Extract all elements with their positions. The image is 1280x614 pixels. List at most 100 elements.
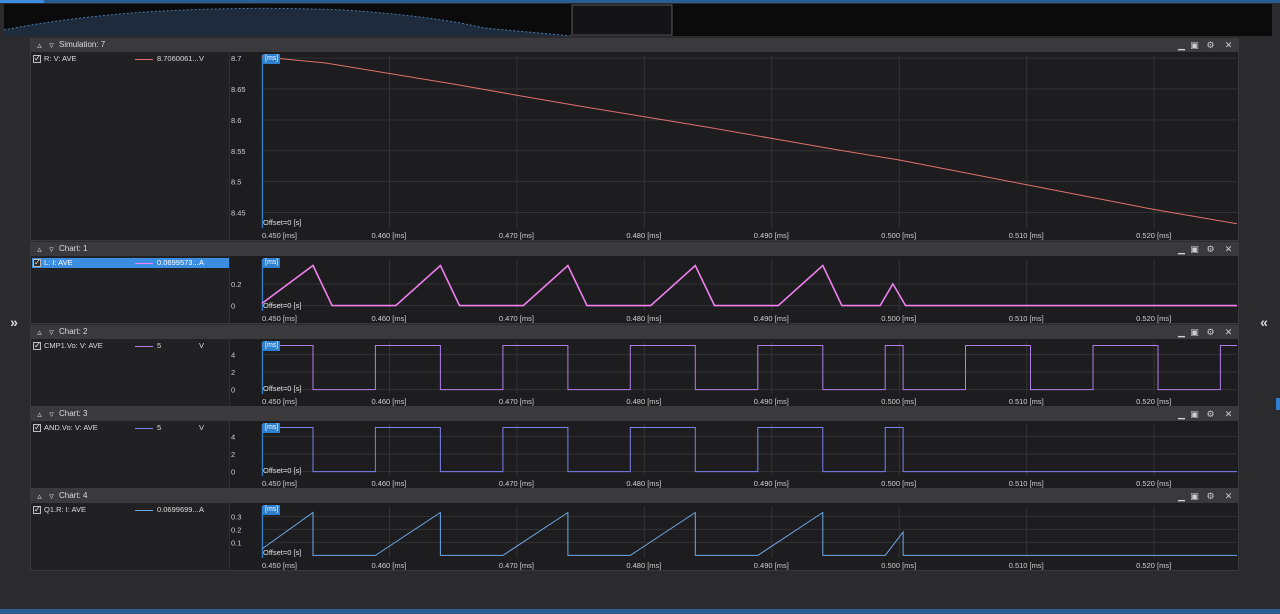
x-tick-label: 0.520 [ms] [1136, 479, 1171, 488]
settings-icon[interactable]: ⚙ [1204, 243, 1217, 256]
overview-strip[interactable] [3, 4, 1272, 37]
settings-icon[interactable]: ⚙ [1204, 490, 1217, 503]
series-name: Q1.R: I: AVE [44, 505, 86, 514]
legend-row[interactable]: Q1.R: I: AVE 0.0699699...A [32, 505, 229, 515]
cursor-time-tag[interactable]: [ms] [263, 54, 281, 64]
y-tick-label: 8.6 [231, 116, 241, 125]
series-visibility-checkbox[interactable] [33, 423, 41, 433]
pane-title: Chart: 1 [59, 244, 88, 253]
x-tick-label: 0.510 [ms] [1009, 314, 1044, 323]
close-icon[interactable]: ✕ [1222, 39, 1235, 52]
x-tick-label: 0.520 [ms] [1136, 397, 1171, 406]
collapse-down-icon[interactable]: ▿ [45, 408, 58, 421]
plot-area[interactable]: 0.450 [ms] 0.460 [ms] 0.470 [ms] 0.480 [ms]… [230, 503, 1238, 570]
y-tick-label: 8.7 [231, 54, 241, 63]
x-tick-label: 0.460 [ms] [371, 397, 406, 406]
minimize-icon[interactable]: ▁ [1175, 408, 1188, 421]
x-tick-label: 0.450 [ms] [262, 479, 297, 488]
maximize-icon[interactable]: ▣ [1188, 39, 1201, 52]
plot-area[interactable]: 0.450 [ms] 0.460 [ms] 0.470 [ms] 0.480 [ms]… [230, 52, 1238, 240]
series-visibility-checkbox[interactable] [33, 341, 41, 351]
expand-right-icon[interactable]: « [1254, 312, 1274, 332]
offset-label: Offset=0 [s] [263, 466, 302, 475]
series-visibility-checkbox[interactable] [33, 505, 41, 515]
chart-svg[interactable]: 0.450 [ms] 0.460 [ms] 0.470 [ms] 0.480 [ms]… [230, 421, 1238, 488]
minimize-icon[interactable]: ▁ [1175, 490, 1188, 503]
scroll-marker[interactable] [1276, 398, 1280, 410]
minimize-icon[interactable]: ▁ [1175, 243, 1188, 256]
collapse-down-icon[interactable]: ▿ [45, 490, 58, 503]
minimize-icon[interactable]: ▁ [1175, 39, 1188, 52]
legend-row[interactable]: CMP1.Vo: V: AVE 5 V [32, 341, 229, 351]
chart-svg[interactable]: 0.450 [ms] 0.460 [ms] 0.470 [ms] 0.480 [ms]… [230, 503, 1238, 570]
series-visibility-checkbox[interactable] [33, 54, 41, 64]
y-tick-label: 0.3 [231, 512, 241, 521]
x-tick-label: 0.450 [ms] [262, 231, 297, 240]
collapse-down-icon[interactable]: ▿ [45, 326, 58, 339]
cursor-time-tag[interactable]: [ms] [263, 258, 281, 268]
pane-header[interactable]: ▵ ▿ Chart: 1 ▁ ▣ ⚙ ✕ [31, 243, 1238, 256]
x-tick-label: 0.480 [ms] [626, 231, 661, 240]
series-color-swatch [135, 59, 153, 60]
y-tick-label: 0.1 [231, 538, 241, 547]
pane-header[interactable]: ▵ ▿ Chart: 4 ▁ ▣ ⚙ ✕ [31, 490, 1238, 503]
chart-svg[interactable]: 0.450 [ms] 0.460 [ms] 0.470 [ms] 0.480 [ms]… [230, 52, 1238, 240]
close-icon[interactable]: ✕ [1222, 243, 1235, 256]
chart-svg[interactable]: 0.450 [ms] 0.460 [ms] 0.470 [ms] 0.480 [ms]… [230, 256, 1238, 323]
collapse-down-icon[interactable]: ▿ [45, 39, 58, 52]
settings-icon[interactable]: ⚙ [1204, 408, 1217, 421]
overview-viewport-window[interactable] [571, 4, 673, 36]
legend-row[interactable]: AND.Vo: V: AVE 5 V [32, 423, 229, 433]
close-icon[interactable]: ✕ [1222, 490, 1235, 503]
legend-row[interactable]: R: V: AVE 8.7060061...V [32, 54, 229, 64]
close-icon[interactable]: ✕ [1222, 408, 1235, 421]
minimize-icon[interactable]: ▁ [1175, 326, 1188, 339]
top-accent-bar [0, 0, 1280, 3]
maximize-icon[interactable]: ▣ [1188, 326, 1201, 339]
x-tick-label: 0.480 [ms] [626, 561, 661, 570]
x-tick-label: 0.450 [ms] [262, 314, 297, 323]
pane-title: Chart: 3 [59, 409, 88, 418]
chart-svg[interactable]: 0.450 [ms] 0.460 [ms] 0.470 [ms] 0.480 [ms]… [230, 339, 1238, 406]
expand-left-icon[interactable]: » [4, 312, 24, 332]
series-unit: V [199, 54, 205, 63]
maximize-icon[interactable]: ▣ [1188, 490, 1201, 503]
x-tick-label: 0.470 [ms] [499, 479, 534, 488]
x-tick-label: 0.450 [ms] [262, 397, 297, 406]
series-name: L: I: AVE [44, 258, 73, 267]
settings-icon[interactable]: ⚙ [1204, 39, 1217, 52]
pane-header[interactable]: ▵ ▿ Chart: 2 ▁ ▣ ⚙ ✕ [31, 326, 1238, 339]
x-tick-label: 0.500 [ms] [881, 561, 916, 570]
x-tick-label: 0.500 [ms] [881, 397, 916, 406]
pane-title: Chart: 4 [59, 491, 88, 500]
chart-pane[interactable]: ▵▿Chart: 1▁▣⚙✕L: I: AVE0.0699573...A0.45… [30, 242, 1239, 324]
y-tick-label: 2 [231, 450, 235, 459]
pane-header[interactable]: ▵ ▿ Chart: 3 ▁ ▣ ⚙ ✕ [31, 408, 1238, 421]
chart-pane[interactable]: ▵▿Chart: 2▁▣⚙✕CMP1.Vo: V: AVE5V0.450 [ms… [30, 325, 1239, 407]
legend-panel: R: V: AVE 8.7060061...V [31, 52, 230, 240]
pane-header[interactable]: ▵ ▿ Simulation: 7 ▁ ▣ ⚙ ✕ [31, 39, 1238, 52]
chart-pane[interactable]: ▵▿Simulation: 7▁▣⚙✕R: V: AVE8.7060061...… [30, 38, 1239, 241]
x-tick-label: 0.490 [ms] [754, 231, 789, 240]
series-line [262, 345, 1237, 391]
x-tick-label: 0.490 [ms] [754, 397, 789, 406]
chart-pane[interactable]: ▵▿Chart: 3▁▣⚙✕AND.Vo: V: AVE5V0.450 [ms]… [30, 407, 1239, 489]
plot-area[interactable]: 0.450 [ms] 0.460 [ms] 0.470 [ms] 0.480 [ms]… [230, 421, 1238, 488]
chart-pane[interactable]: ▵▿Chart: 4▁▣⚙✕Q1.R: I: AVE0.0699699...A0… [30, 489, 1239, 571]
legend-row[interactable]: L: I: AVE 0.0699573...A [32, 258, 229, 268]
close-icon[interactable]: ✕ [1222, 326, 1235, 339]
cursor-time-tag[interactable]: [ms] [263, 341, 281, 351]
cursor-time-tag[interactable]: [ms] [263, 505, 281, 515]
series-value: 0.0699573... [157, 258, 199, 267]
cursor-time-tag[interactable]: [ms] [263, 423, 281, 433]
collapse-down-icon[interactable]: ▿ [45, 243, 58, 256]
pane-title: Simulation: 7 [59, 40, 106, 49]
maximize-icon[interactable]: ▣ [1188, 408, 1201, 421]
maximize-icon[interactable]: ▣ [1188, 243, 1201, 256]
plot-area[interactable]: 0.450 [ms] 0.460 [ms] 0.470 [ms] 0.480 [ms]… [230, 256, 1238, 323]
plot-area[interactable]: 0.450 [ms] 0.460 [ms] 0.470 [ms] 0.480 [ms]… [230, 339, 1238, 406]
series-line [261, 511, 1237, 556]
series-visibility-checkbox[interactable] [33, 258, 41, 268]
settings-icon[interactable]: ⚙ [1204, 326, 1217, 339]
series-unit: V [199, 423, 205, 432]
